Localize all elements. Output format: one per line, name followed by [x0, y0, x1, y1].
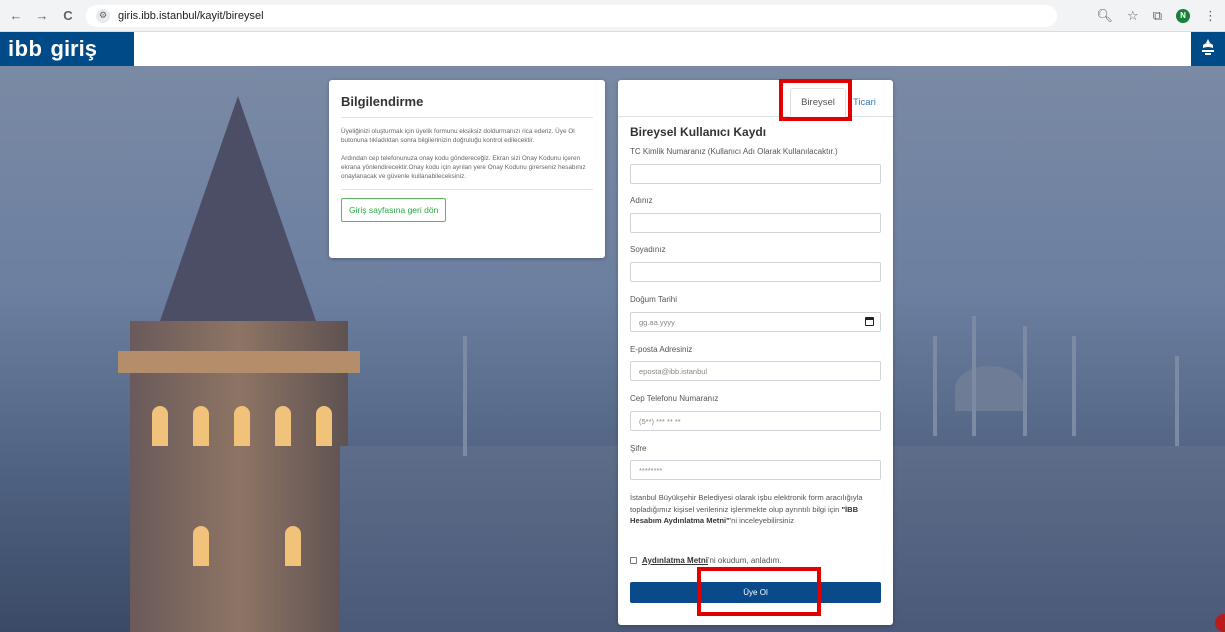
birthdate-input[interactable]: gg.aa.yyyy — [630, 312, 881, 332]
name-label: Adınız — [630, 196, 653, 205]
birthdate-label: Doğum Tarihi — [630, 295, 677, 304]
logo-ibb-text: ibb — [8, 36, 43, 61]
reload-icon[interactable]: C — [60, 8, 76, 23]
email-label: E-posta Adresiniz — [630, 345, 693, 354]
info-title: Bilgilendirme — [341, 94, 593, 118]
birthdate-placeholder: gg.aa.yyyy — [639, 317, 675, 327]
back-to-login-button[interactable]: Giriş sayfasına geri dön — [341, 198, 447, 222]
password-input[interactable]: ******** — [630, 460, 881, 480]
divider — [341, 189, 593, 190]
minaret — [1023, 326, 1027, 436]
tower-window — [193, 406, 209, 446]
registration-card: Bireysel Ticari Bireysel Kullanıcı Kaydı… — [618, 80, 893, 625]
info-paragraph-2: Ardından cep telefonunuza onay kodu gönd… — [341, 155, 586, 180]
form-title: Bireysel Kullanıcı Kaydı — [630, 125, 767, 139]
ibb-emblem[interactable] — [1191, 32, 1225, 66]
tower-window — [234, 406, 250, 446]
info-card: Bilgilendirme Üyeliğinizi oluşturmak içi… — [329, 80, 605, 258]
checkbox-text: 'ni okudum, anladım. — [707, 556, 782, 565]
tower-window — [285, 526, 301, 566]
consent-text-after: 'ni inceleyebilirsiniz — [729, 516, 795, 525]
tower-window — [275, 406, 291, 446]
browser-toolbar: ← → C ⚙ giris.ibb.istanbul/kayit/bireyse… — [0, 0, 1225, 32]
aydinlatma-link[interactable]: Aydınlatma Metni — [642, 556, 708, 565]
password-label: Şifre — [630, 444, 647, 453]
minaret — [463, 336, 467, 456]
tc-label: TC Kimlik Numaranız (Kullanıcı Adı Olara… — [630, 147, 838, 156]
back-icon[interactable]: ← — [8, 8, 24, 23]
tower-window — [316, 406, 332, 446]
consent-text-before: İstanbul Büyükşehir Belediyesi olarak iş… — [630, 493, 863, 514]
minaret — [972, 316, 976, 436]
site-info-icon[interactable]: ⚙ — [96, 8, 110, 23]
zoom-icon[interactable]: 🔍︎ — [1097, 8, 1114, 24]
galata-background — [0, 66, 1225, 632]
tower-window — [152, 406, 168, 446]
email-input[interactable]: eposta@ibb.istanbul — [630, 361, 881, 381]
ibb-giris-logo[interactable]: ibb giriş — [0, 32, 134, 66]
tab-ticari[interactable]: Ticari — [853, 88, 876, 117]
url-text[interactable]: giris.ibb.istanbul/kayit/bireysel — [118, 10, 264, 22]
minaret — [933, 336, 937, 436]
consent-checkbox-row: Aydınlatma Metni'ni okudum, anladım. — [630, 556, 782, 565]
name-input[interactable] — [630, 213, 881, 233]
calendar-icon[interactable] — [865, 317, 874, 326]
tower-cone — [160, 96, 316, 321]
forward-icon[interactable]: → — [34, 8, 50, 23]
mosque-dome — [955, 366, 1025, 411]
minaret — [1072, 336, 1076, 436]
tower-gallery — [118, 351, 360, 373]
site-header: ibb giriş — [0, 32, 1225, 66]
highlight-box-tab — [779, 79, 852, 121]
minaret — [1175, 356, 1179, 446]
ibb-emblem-icon — [1200, 38, 1216, 61]
logo-giris-text: giriş — [50, 36, 97, 61]
tc-input[interactable] — [630, 164, 881, 184]
tower-window — [193, 526, 209, 566]
surname-input[interactable] — [630, 262, 881, 282]
consent-checkbox[interactable] — [630, 557, 637, 564]
phone-input[interactable]: (5**) *** ** ** — [630, 411, 881, 431]
surname-label: Soyadınız — [630, 245, 666, 254]
info-paragraph-1: Üyeliğinizi oluşturmak için üyelik formu… — [341, 128, 575, 144]
bookmark-star-icon[interactable]: ☆ — [1127, 8, 1139, 24]
extensions-icon[interactable]: ⧉ — [1153, 8, 1162, 24]
highlight-box-submit — [697, 567, 821, 616]
browser-menu-icon[interactable]: ⋮ — [1204, 8, 1217, 24]
profile-avatar[interactable]: N — [1176, 8, 1190, 23]
consent-text: İstanbul Büyükşehir Belediyesi olarak iş… — [630, 492, 880, 527]
address-bar[interactable]: ⚙ giris.ibb.istanbul/kayit/bireysel — [86, 4, 1057, 27]
phone-label: Cep Telefonu Numaranız — [630, 394, 719, 403]
